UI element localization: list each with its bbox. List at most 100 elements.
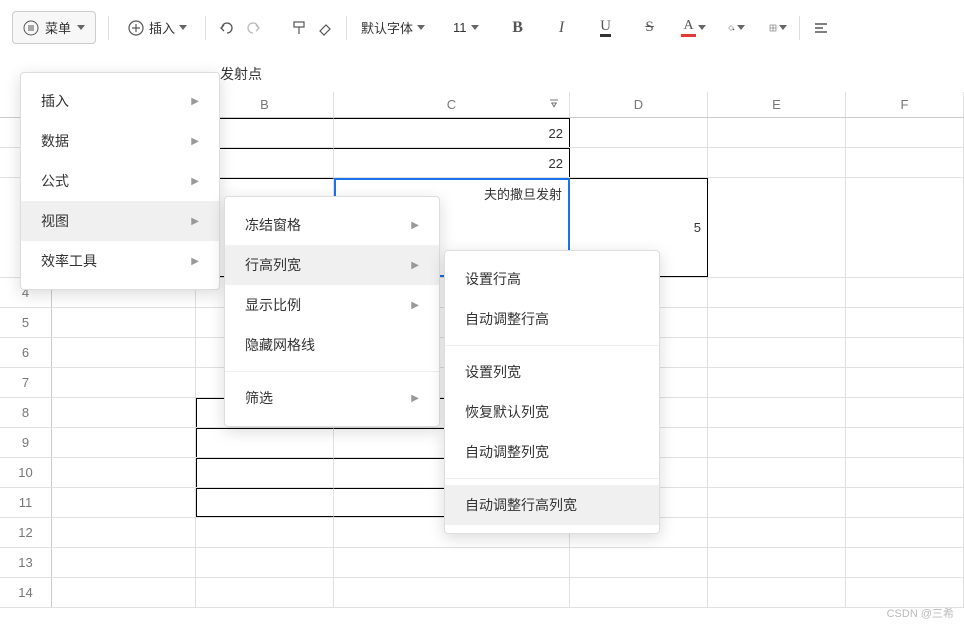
cell[interactable] (52, 548, 196, 577)
cell[interactable] (708, 488, 846, 517)
cell[interactable] (196, 428, 334, 457)
cell[interactable] (708, 308, 846, 337)
cell[interactable] (708, 578, 846, 607)
cell[interactable]: 22 (334, 148, 570, 177)
cell[interactable] (846, 278, 964, 307)
cell[interactable] (846, 398, 964, 427)
menu-item[interactable]: 显示比例▶ (225, 285, 439, 325)
row-header[interactable]: 12 (0, 518, 52, 547)
cell[interactable] (52, 308, 196, 337)
cell[interactable] (708, 368, 846, 397)
row-header[interactable]: 9 (0, 428, 52, 457)
cell[interactable] (846, 518, 964, 547)
underline-button[interactable]: U (597, 19, 615, 37)
cell[interactable] (846, 488, 964, 517)
row-header[interactable]: 14 (0, 578, 52, 607)
cell[interactable] (196, 488, 334, 517)
font-size-select[interactable]: 11 (451, 16, 481, 39)
row-header[interactable]: 11 (0, 488, 52, 517)
redo-button[interactable] (244, 19, 262, 37)
cell[interactable] (196, 548, 334, 577)
undo-button[interactable] (218, 19, 236, 37)
cell[interactable] (570, 148, 708, 177)
row-header[interactable]: 8 (0, 398, 52, 427)
menu-item[interactable]: 冻结窗格▶ (225, 205, 439, 245)
cell[interactable] (196, 578, 334, 607)
cell[interactable] (708, 518, 846, 547)
menu-item[interactable]: 恢复默认列宽 (445, 392, 659, 432)
cell[interactable] (52, 368, 196, 397)
formula-value: 发射点 (220, 64, 262, 84)
row-header[interactable]: 5 (0, 308, 52, 337)
cell[interactable] (52, 458, 196, 487)
insert-button[interactable]: 插入 (121, 14, 193, 41)
menu-item[interactable]: 公式▶ (21, 161, 219, 201)
cell[interactable] (846, 548, 964, 577)
border-button[interactable] (769, 19, 787, 37)
cell[interactable] (52, 488, 196, 517)
cell[interactable] (846, 578, 964, 607)
cell[interactable] (570, 118, 708, 147)
cell[interactable] (52, 578, 196, 607)
cell[interactable] (196, 458, 334, 487)
menu-item[interactable]: 自动调整行高列宽 (445, 485, 659, 525)
col-header-d[interactable]: D (570, 92, 708, 117)
row-header[interactable]: 7 (0, 368, 52, 397)
cell[interactable] (846, 428, 964, 457)
font-color-button[interactable]: A (685, 19, 703, 37)
cell[interactable]: 22 (334, 118, 570, 147)
cell[interactable] (52, 518, 196, 547)
cell[interactable] (708, 428, 846, 457)
format-painter-button[interactable] (290, 19, 308, 37)
fill-color-button[interactable] (727, 19, 745, 37)
cell[interactable] (708, 338, 846, 367)
row-header[interactable]: 13 (0, 548, 52, 577)
italic-button[interactable]: I (553, 19, 571, 37)
menu-item[interactable]: 隐藏网格线 (225, 325, 439, 365)
col-header-f[interactable]: F (846, 92, 964, 117)
cell[interactable] (846, 178, 964, 277)
cell[interactable] (846, 458, 964, 487)
column-dropdown-icon[interactable] (547, 96, 561, 113)
strike-button[interactable]: S (641, 19, 659, 37)
menu-item[interactable]: 自动调整行高 (445, 299, 659, 339)
cell[interactable] (52, 338, 196, 367)
menu-item[interactable]: 视图▶ (21, 201, 219, 241)
cell[interactable] (708, 118, 846, 147)
font-select[interactable]: 默认字体 (359, 14, 427, 41)
cell[interactable] (334, 548, 570, 577)
cell[interactable] (570, 548, 708, 577)
cell[interactable] (708, 458, 846, 487)
cell[interactable] (196, 518, 334, 547)
cell[interactable] (708, 278, 846, 307)
cell[interactable] (846, 118, 964, 147)
cell[interactable] (846, 338, 964, 367)
menu-item[interactable]: 设置列宽 (445, 352, 659, 392)
menu-item[interactable]: 行高列宽▶ (225, 245, 439, 285)
menu-item[interactable]: 插入▶ (21, 81, 219, 121)
menu-item[interactable]: 效率工具▶ (21, 241, 219, 281)
clear-format-button[interactable] (316, 19, 334, 37)
cell[interactable] (52, 398, 196, 427)
cell[interactable] (846, 368, 964, 397)
align-button[interactable] (812, 19, 830, 37)
cell[interactable] (708, 548, 846, 577)
menu-item[interactable]: 设置行高 (445, 259, 659, 299)
row-header[interactable]: 10 (0, 458, 52, 487)
cell[interactable] (708, 398, 846, 427)
col-header-c[interactable]: C (334, 92, 570, 117)
col-header-e[interactable]: E (708, 92, 846, 117)
bold-button[interactable]: B (509, 19, 527, 37)
cell[interactable] (52, 428, 196, 457)
menu-item[interactable]: 筛选▶ (225, 378, 439, 418)
cell[interactable] (708, 148, 846, 177)
menu-item[interactable]: 数据▶ (21, 121, 219, 161)
cell[interactable] (846, 148, 964, 177)
menu-item[interactable]: 自动调整列宽 (445, 432, 659, 472)
cell[interactable] (334, 578, 570, 607)
cell[interactable] (846, 308, 964, 337)
cell[interactable] (570, 578, 708, 607)
cell[interactable] (708, 178, 846, 277)
row-header[interactable]: 6 (0, 338, 52, 367)
menu-button[interactable]: 菜单 (12, 11, 96, 44)
